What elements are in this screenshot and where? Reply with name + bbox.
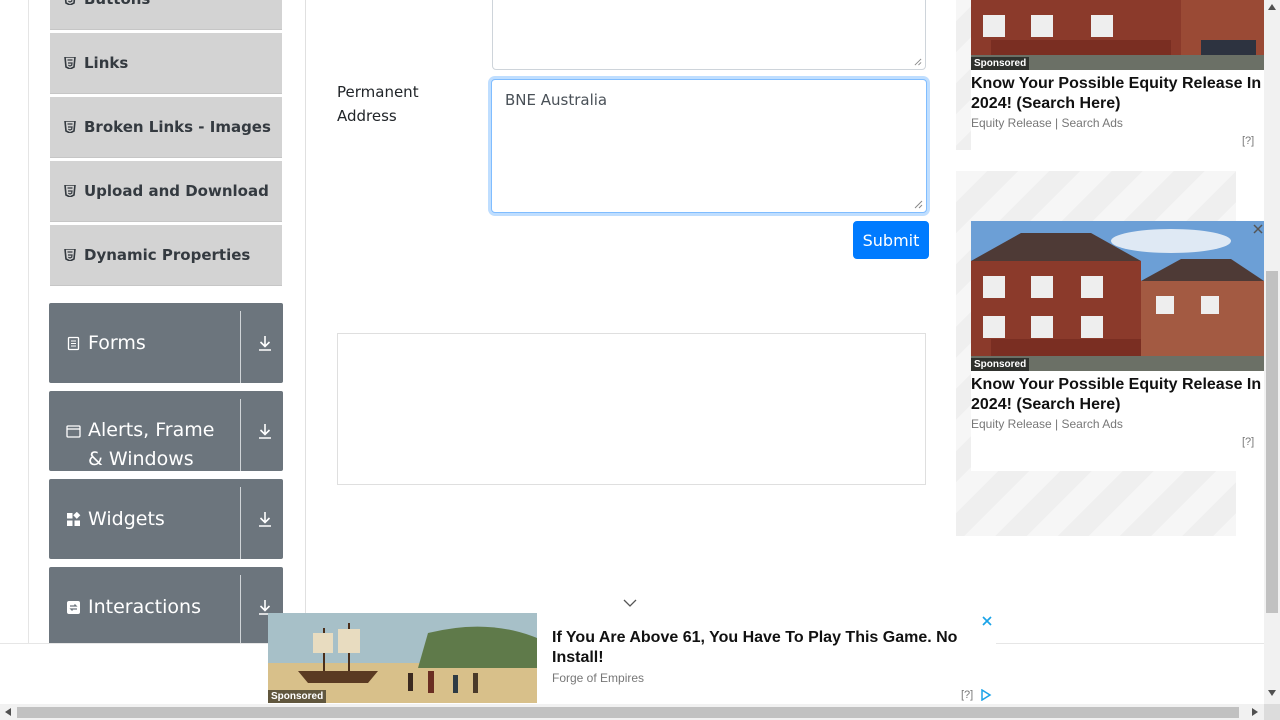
ad-info-link[interactable]: [?] bbox=[1242, 436, 1254, 448]
output-box bbox=[337, 333, 926, 485]
ad-headline[interactable]: If You Are Above 61, You Have To Play Th… bbox=[552, 628, 972, 668]
right-ad-2[interactable]: Sponsored Know Your Possible Equity Rele… bbox=[971, 221, 1264, 471]
group-separator bbox=[240, 311, 241, 383]
scroll-right-icon[interactable] bbox=[1252, 708, 1258, 716]
permanent-address-textarea[interactable]: BNE Australia bbox=[491, 79, 927, 213]
document-icon bbox=[67, 336, 80, 350]
html5-icon bbox=[64, 121, 76, 133]
html5-icon bbox=[64, 185, 76, 197]
label-line: Permanent bbox=[337, 83, 419, 101]
group-title: Forms bbox=[88, 331, 146, 354]
bottom-ad[interactable]: Sponsored If You Are Above 61, You Have … bbox=[268, 613, 996, 703]
download-icon[interactable] bbox=[255, 479, 275, 559]
sidebar-item-links[interactable]: Links bbox=[50, 32, 282, 94]
sidebar-divider bbox=[305, 0, 306, 704]
permanent-address-label: Permanent Address bbox=[337, 80, 467, 128]
sidebar-item-dynamic-properties[interactable]: Dynamic Properties bbox=[50, 224, 282, 286]
window-icon bbox=[66, 425, 81, 438]
sidebar-item-label: Upload and Download bbox=[84, 182, 269, 200]
interactions-icon bbox=[67, 600, 80, 614]
scrollbar-corner bbox=[1264, 704, 1280, 720]
sponsored-badge: Sponsored bbox=[268, 690, 327, 703]
group-alerts-frame-windows[interactable]: Alerts, Frame & Windows bbox=[49, 391, 283, 471]
group-title: Widgets bbox=[88, 507, 165, 530]
ad-info-link[interactable]: [?] bbox=[1242, 135, 1254, 147]
ad-headline[interactable]: Know Your Possible Equity Release In 2024… bbox=[971, 74, 1264, 114]
close-icon[interactable] bbox=[981, 615, 993, 627]
sidebar-item-label: Dynamic Properties bbox=[84, 246, 251, 264]
sidebar-item-label: Buttons bbox=[84, 0, 150, 8]
group-interactions[interactable]: Interactions bbox=[49, 567, 283, 647]
group-separator bbox=[240, 399, 241, 471]
sidebar-item-broken-links[interactable]: Broken Links - Images bbox=[50, 96, 282, 158]
resize-grip-icon[interactable] bbox=[914, 200, 923, 209]
adchoices-icon[interactable] bbox=[980, 689, 992, 701]
download-icon[interactable] bbox=[255, 303, 275, 383]
html5-icon bbox=[64, 249, 76, 261]
group-widgets[interactable]: Widgets bbox=[49, 479, 283, 559]
group-separator bbox=[240, 487, 241, 559]
current-address-textarea[interactable] bbox=[492, 0, 926, 70]
ad-info-link[interactable]: [?] bbox=[961, 689, 973, 701]
ad-image: Sponsored bbox=[268, 613, 537, 703]
sponsored-badge: Sponsored bbox=[971, 358, 1030, 371]
close-icon[interactable] bbox=[1252, 223, 1264, 235]
page-viewport: Buttons Links Broken Links - Images Uplo… bbox=[0, 0, 1264, 704]
horizontal-scrollbar-thumb[interactable] bbox=[17, 707, 1239, 718]
group-forms[interactable]: Forms bbox=[49, 303, 283, 383]
ad-headline[interactable]: Know Your Possible Equity Release In 2024… bbox=[971, 375, 1264, 415]
sponsored-badge: Sponsored bbox=[971, 57, 1030, 70]
ad-image: Sponsored bbox=[971, 221, 1264, 371]
chevron-down-icon[interactable] bbox=[622, 598, 638, 608]
download-icon[interactable] bbox=[255, 391, 275, 471]
scroll-up-icon[interactable] bbox=[1268, 4, 1276, 10]
sidebar-item-label: Links bbox=[84, 54, 129, 72]
submit-button[interactable]: Submit bbox=[853, 221, 929, 259]
widgets-icon bbox=[67, 511, 81, 526]
html5-icon bbox=[64, 57, 76, 69]
ad-source: Equity Release | Search Ads bbox=[971, 417, 1123, 431]
scroll-down-icon[interactable] bbox=[1268, 690, 1276, 696]
label-line: Address bbox=[337, 107, 397, 125]
ad-source: Equity Release | Search Ads bbox=[971, 116, 1123, 130]
sidebar-item-label: Broken Links - Images bbox=[84, 118, 271, 136]
left-gutter-line bbox=[28, 0, 29, 704]
right-ad-1[interactable]: Sponsored Know Your Possible Equity Rele… bbox=[971, 0, 1264, 150]
resize-grip-icon[interactable] bbox=[914, 58, 922, 66]
scroll-left-icon[interactable] bbox=[5, 708, 11, 716]
sidebar-item-buttons[interactable]: Buttons bbox=[50, 0, 282, 30]
sidebar-item-upload-download[interactable]: Upload and Download bbox=[50, 160, 282, 222]
group-title: Interactions bbox=[88, 595, 201, 618]
html5-icon bbox=[64, 0, 76, 5]
group-title: Alerts, Frame & Windows bbox=[88, 419, 215, 470]
vertical-scrollbar-thumb[interactable] bbox=[1266, 271, 1278, 613]
ad-source: Forge of Empires bbox=[552, 671, 645, 685]
ad-image: Sponsored bbox=[971, 0, 1264, 70]
group-separator bbox=[240, 575, 241, 647]
